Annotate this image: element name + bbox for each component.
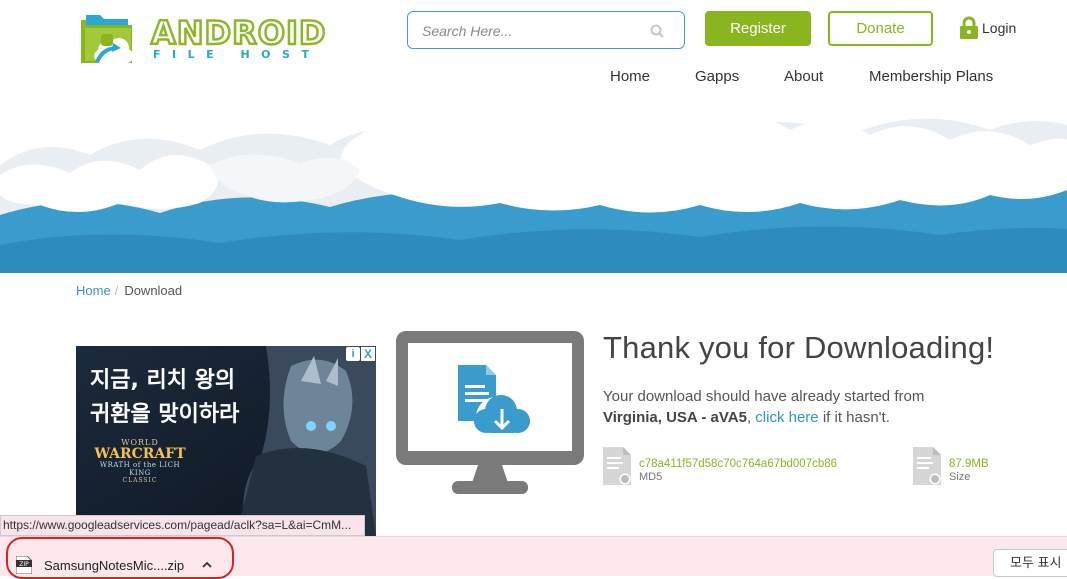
search-box bbox=[407, 11, 685, 49]
login-label: Login bbox=[982, 20, 1017, 36]
search-input[interactable] bbox=[420, 20, 644, 42]
status-bar-url: https://www.googleadservices.com/pagead/… bbox=[0, 515, 365, 536]
advertisement[interactable]: 지금, 리치 왕의 귀환을 맞이하라 WORLD WARCRAFT WRATH … bbox=[76, 346, 376, 536]
logo-subtitle: FILE HOST bbox=[153, 48, 321, 61]
search-icon[interactable] bbox=[650, 24, 664, 38]
download-monitor-illustration bbox=[396, 331, 584, 494]
nav-about[interactable]: About bbox=[784, 68, 823, 85]
svg-text:ZIP: ZIP bbox=[19, 561, 29, 568]
ad-logo-classic: CLASSIC bbox=[122, 477, 158, 484]
mirror-location: Virginia, USA - aVA5 bbox=[603, 409, 747, 426]
donate-button[interactable]: Donate bbox=[828, 11, 933, 46]
md5-text: c78a411f57d58c70c764a67bd007cb86 MD5 bbox=[639, 457, 837, 484]
nav-home[interactable]: Home bbox=[610, 68, 650, 85]
breadcrumb: Home / Download bbox=[76, 283, 182, 298]
page-title: Thank you for Downloading! bbox=[603, 330, 995, 365]
message-suffix: if it hasn't. bbox=[822, 409, 890, 426]
md5-value: c78a411f57d58c70c764a67bd007cb86 bbox=[639, 458, 838, 470]
site-logo[interactable]: ANDROID FILE HOST bbox=[77, 10, 337, 72]
show-all-button[interactable]: 모두 표시 bbox=[993, 549, 1067, 577]
nav-gapps[interactable]: Gapps bbox=[695, 68, 739, 85]
ad-headline-line2: 귀환을 맞이하라 bbox=[90, 402, 240, 427]
cloud-banner bbox=[0, 95, 1067, 273]
breadcrumb-separator: / bbox=[114, 283, 119, 298]
ad-logo-warcraft: WARCRAFT bbox=[94, 446, 186, 462]
size-info: 87.9MB Size bbox=[913, 447, 989, 485]
ad-headline: 지금, 리치 왕의 귀환을 맞이하라 bbox=[90, 364, 239, 432]
zip-file-icon: ZIP bbox=[16, 556, 32, 574]
message-prefix: Your download should have already starte… bbox=[603, 388, 925, 405]
size-label: Size bbox=[949, 471, 971, 483]
message-comma: , bbox=[746, 409, 752, 426]
ad-info-icon[interactable]: i bbox=[346, 347, 360, 361]
download-message: Your download should have already starte… bbox=[603, 386, 1023, 428]
md5-label: MD5 bbox=[639, 471, 663, 483]
breadcrumb-home[interactable]: Home bbox=[76, 283, 111, 298]
file-size-icon bbox=[913, 447, 941, 485]
file-md5-icon bbox=[603, 447, 631, 485]
chevron-up-icon[interactable] bbox=[200, 558, 214, 572]
lock-icon bbox=[960, 16, 978, 39]
size-text: 87.9MB Size bbox=[949, 457, 989, 484]
nav-membership-plans[interactable]: Membership Plans bbox=[869, 68, 993, 85]
size-value: 87.9MB bbox=[949, 458, 989, 470]
register-button[interactable]: Register bbox=[705, 11, 811, 46]
md5-info: c78a411f57d58c70c764a67bd007cb86 MD5 bbox=[603, 447, 837, 485]
login-link[interactable]: Login bbox=[959, 15, 1016, 41]
click-here-link[interactable]: click here bbox=[755, 409, 818, 426]
folder-cloud-logo-icon bbox=[81, 15, 134, 66]
ad-game-logo: WORLD WARCRAFT WRATH of the LICH KING CL… bbox=[90, 438, 190, 488]
ad-headline-line1: 지금, 리치 왕의 bbox=[90, 368, 236, 393]
ad-logo-expansion: WRATH of the LICH KING bbox=[99, 461, 181, 477]
breadcrumb-current: Download bbox=[124, 283, 183, 298]
logo-title: ANDROID bbox=[150, 14, 327, 52]
download-filename[interactable]: SamsungNotesMic....zip bbox=[44, 558, 184, 573]
ad-close-icon[interactable]: X bbox=[361, 347, 375, 361]
